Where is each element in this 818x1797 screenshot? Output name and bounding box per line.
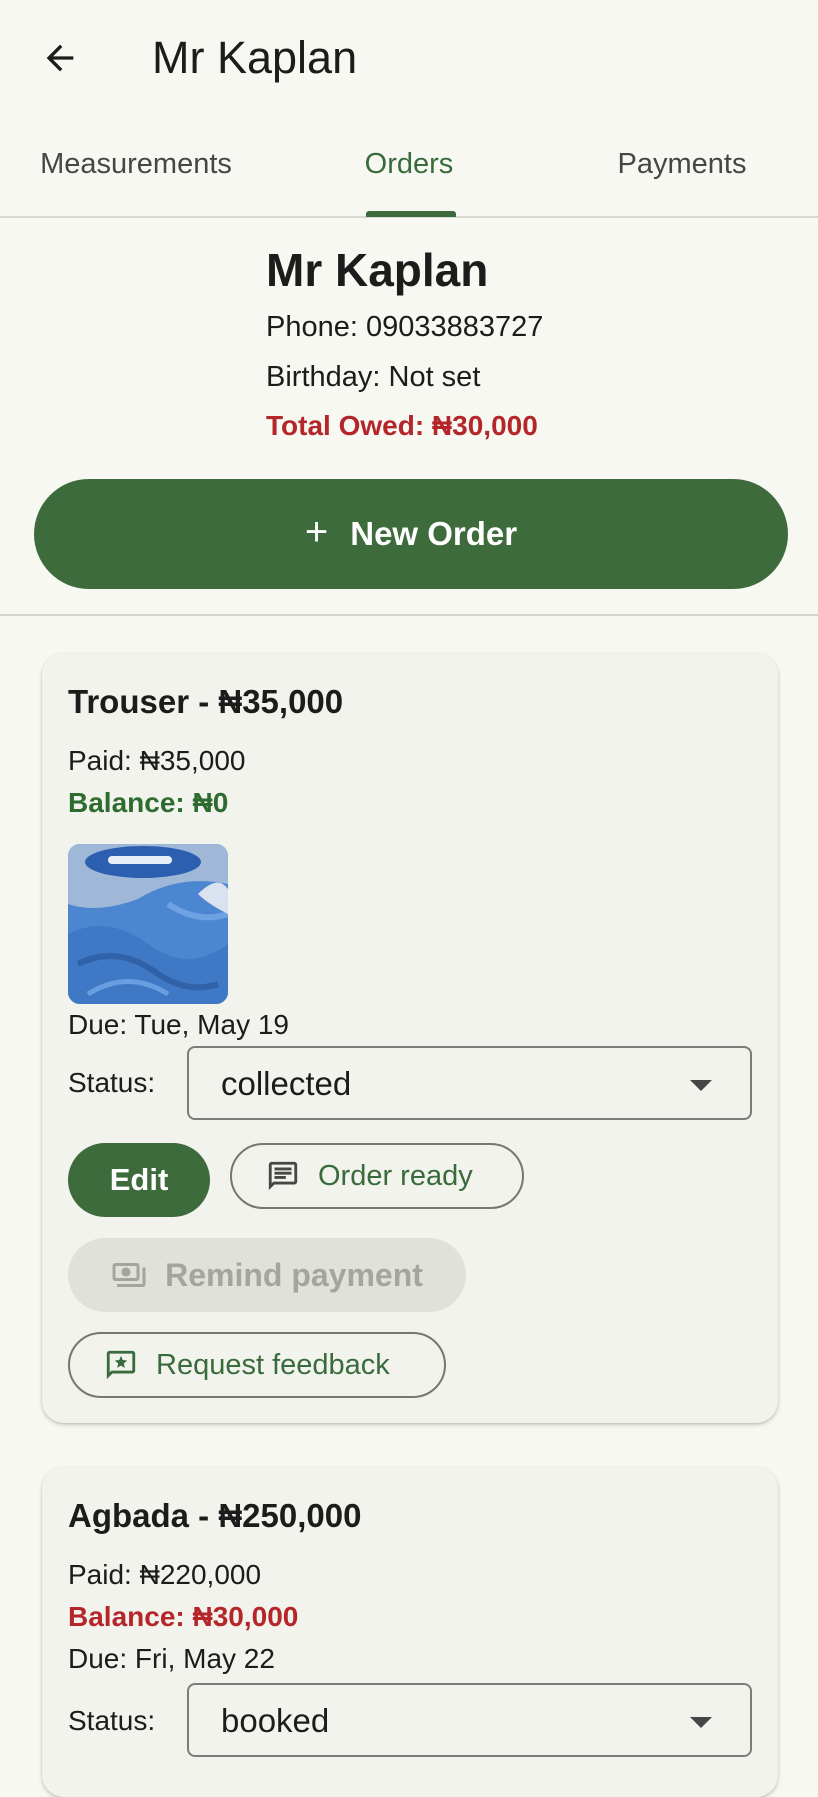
order-due: Due: Tue, May 19 <box>68 1009 290 1040</box>
order-title: Trouser - ₦35,000 <box>68 683 344 720</box>
status-select[interactable]: booked <box>187 1683 752 1757</box>
feedback-icon <box>104 1348 138 1382</box>
order-card: Agbada - ₦250,000 Paid: ₦220,000 Balance… <box>42 1467 778 1797</box>
app-bar: Mr Kaplan <box>0 0 818 116</box>
request-feedback-label: Request feedback <box>156 1348 390 1381</box>
tab-payments[interactable]: Payments <box>546 128 818 216</box>
tab-measurements[interactable]: Measurements <box>0 128 272 216</box>
active-tab-indicator <box>366 211 456 217</box>
order-paid: Paid: ₦35,000 <box>68 745 246 776</box>
order-card: Trouser - ₦35,000 Paid: ₦35,000 Balance:… <box>42 653 778 1423</box>
order-paid: Paid: ₦220,000 <box>68 1559 262 1590</box>
divider <box>0 614 818 616</box>
plus-icon: + <box>304 509 329 554</box>
dropdown-arrow-icon <box>690 1080 712 1091</box>
status-value: collected <box>221 1065 352 1102</box>
tab-label: Measurements <box>40 148 232 180</box>
edit-button[interactable]: Edit <box>68 1143 210 1217</box>
order-due: Due: Fri, May 22 <box>68 1643 275 1674</box>
request-feedback-button[interactable]: Request feedback <box>68 1332 446 1398</box>
tab-bar: Measurements Orders Payments <box>0 128 818 218</box>
status-label: Status: <box>68 1067 156 1098</box>
status-select[interactable]: collected <box>187 1046 752 1120</box>
dropdown-arrow-icon <box>690 1717 712 1728</box>
status-label: Status: <box>68 1705 156 1736</box>
customer-name: Mr Kaplan <box>266 244 489 296</box>
customer-birthday: Birthday: Not set <box>266 361 481 393</box>
arrow-back-icon <box>46 44 74 72</box>
tab-label: Orders <box>364 148 454 180</box>
status-value: booked <box>221 1702 330 1739</box>
message-icon <box>266 1159 300 1193</box>
customer-phone: Phone: 09033883727 <box>266 311 544 343</box>
order-ready-button[interactable]: Order ready <box>230 1143 524 1209</box>
total-owed: Total Owed: ₦30,000 <box>266 410 538 441</box>
page-title: Mr Kaplan <box>152 32 358 83</box>
order-ready-label: Order ready <box>318 1159 473 1192</box>
edit-label: Edit <box>109 1162 169 1197</box>
fabric-photo[interactable] <box>68 844 228 1004</box>
remind-payment-label: Remind payment <box>165 1256 423 1293</box>
order-title: Agbada - ₦250,000 <box>68 1497 362 1534</box>
new-order-label: New Order <box>350 515 518 552</box>
remind-payment-button[interactable]: Remind payment <box>68 1238 466 1312</box>
customer-profile: Mr Kaplan Phone: 09033883727 Birthday: N… <box>266 242 543 450</box>
tab-orders[interactable]: Orders <box>272 128 546 216</box>
new-order-button[interactable]: + New Order <box>34 479 788 589</box>
order-balance: Balance: ₦30,000 <box>68 1601 299 1632</box>
order-balance: Balance: ₦0 <box>68 787 229 818</box>
back-button[interactable] <box>24 22 96 94</box>
cash-icon <box>111 1257 147 1293</box>
tab-label: Payments <box>617 148 747 180</box>
